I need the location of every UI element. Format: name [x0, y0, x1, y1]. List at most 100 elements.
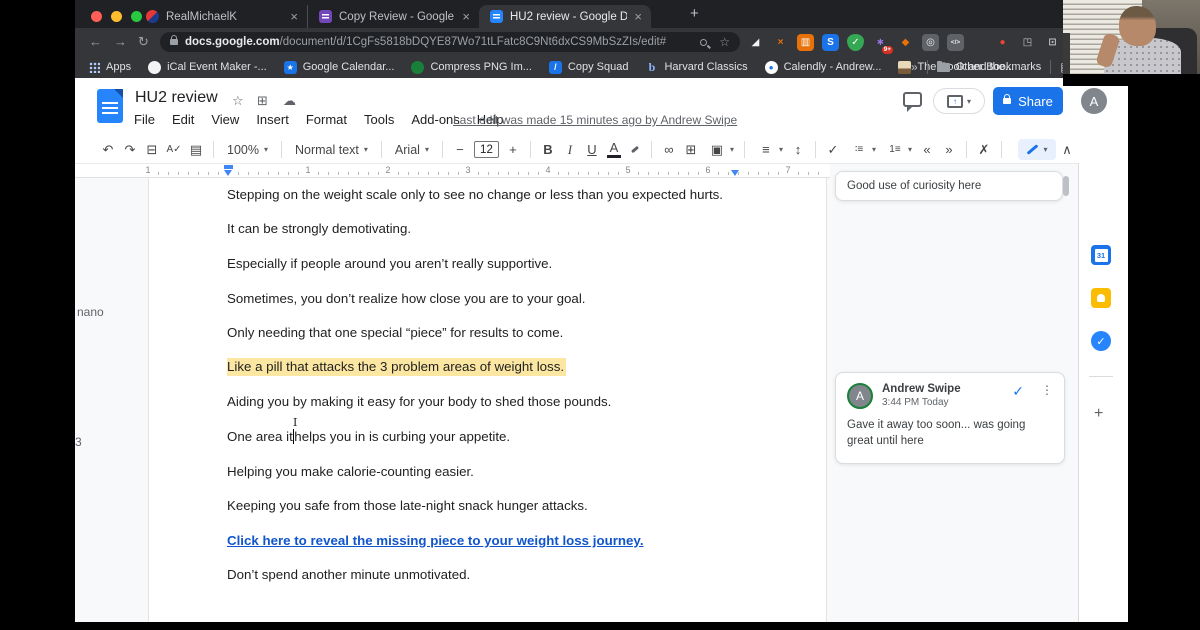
font-size-value[interactable]: 12: [473, 141, 499, 158]
insert-image[interactable]: ▣ ▾: [702, 140, 738, 160]
close-tab-icon[interactable]: ×: [290, 10, 298, 23]
star-document-icon[interactable]: ☆: [232, 93, 244, 109]
paragraph[interactable]: Click here to reveal the missing piece t…: [227, 523, 812, 558]
comments-scrollbar-thumb[interactable]: [1063, 176, 1069, 196]
other-bookmarks-button[interactable]: Other Bookmarks: [936, 60, 1041, 73]
new-tab-button[interactable]: +: [690, 5, 699, 22]
add-addon-icon[interactable]: +: [1094, 405, 1103, 423]
paragraph[interactable]: Don’t spend another minute unmotivated.: [227, 558, 812, 593]
menu-file[interactable]: File: [134, 112, 155, 127]
cast-icon[interactable]: ⊡: [1044, 34, 1061, 51]
bookmark-compress[interactable]: Compress PNG Im...: [411, 60, 532, 74]
line-spacing-icon[interactable]: ↕: [787, 140, 809, 160]
ruler[interactable]: 1 1 2 3 4 5 6 7: [75, 164, 830, 178]
paint-format-icon[interactable]: ▤: [185, 140, 207, 160]
compress-image-icon[interactable]: ×: [772, 34, 789, 51]
document-title[interactable]: HU2 review: [135, 89, 218, 107]
docs-logo-icon[interactable]: [97, 89, 123, 123]
checklist-icon[interactable]: ✓: [822, 140, 844, 160]
redo-icon[interactable]: ↷: [119, 140, 141, 160]
document-page[interactable]: Stepping on the weight scale only to see…: [148, 178, 827, 622]
back-icon[interactable]: ←: [89, 34, 102, 49]
bookmark-calendly[interactable]: Calendly - Andrew...: [764, 60, 881, 74]
menu-tools[interactable]: Tools: [364, 112, 394, 127]
underline-icon[interactable]: U: [581, 140, 603, 160]
bookmark-gcal[interactable]: Google Calendar...: [283, 60, 394, 74]
brush-tool-icon[interactable]: ◢: [747, 34, 764, 51]
paragraph[interactable]: Only needing that one special “piece” fo…: [227, 315, 812, 350]
styles-select[interactable]: Normal text ▾: [288, 143, 375, 157]
zoom-select[interactable]: 100% ▾: [220, 143, 275, 157]
browser-tab[interactable]: Copy Review - Google Forms ×: [307, 5, 479, 28]
increase-indent-icon[interactable]: »: [938, 140, 960, 160]
resolve-comment-icon[interactable]: ✓: [1012, 383, 1024, 400]
paragraph[interactable]: Stepping on the weight scale only to see…: [227, 177, 812, 212]
menu-view[interactable]: View: [211, 112, 239, 127]
decrease-indent-icon[interactable]: «: [916, 140, 938, 160]
minimize-window-button[interactable]: [111, 11, 122, 22]
insert-link-icon[interactable]: ∞: [658, 140, 680, 160]
browser-tab[interactable]: HU2 review - Google Docs ×: [479, 5, 651, 28]
paragraph[interactable]: Especially if people around you aren’t r…: [227, 246, 812, 281]
spelling-check-icon[interactable]: A✓: [163, 140, 185, 160]
menu-edit[interactable]: Edit: [172, 112, 194, 127]
move-to-folder-icon[interactable]: ⊞: [257, 93, 268, 109]
align[interactable]: ≡ ▾: [751, 140, 787, 160]
highlight-color-icon[interactable]: [630, 145, 639, 154]
paragraph[interactable]: It can be strongly demotivating.: [227, 212, 812, 247]
flower-extension-icon[interactable]: ∗ 9+: [872, 34, 893, 54]
font-size-decrease-icon[interactable]: −: [449, 140, 471, 160]
font-select[interactable]: Arial ▾: [388, 143, 436, 157]
share-button[interactable]: Share: [993, 87, 1063, 115]
zoom-page-icon[interactable]: [700, 38, 708, 46]
bookmark-apps[interactable]: Apps: [89, 61, 131, 73]
open-comments-icon[interactable]: [903, 92, 922, 112]
bookmark-ical[interactable]: iCal Event Maker -...: [148, 60, 267, 74]
print-icon[interactable]: ⊟: [141, 140, 163, 160]
bookmarks-overflow-icon[interactable]: »: [911, 60, 918, 74]
bulleted-list[interactable]: ∶≡ ▾: [844, 140, 880, 160]
extensions-puzzle-icon[interactable]: ◳: [1019, 34, 1036, 51]
numbered-list[interactable]: 1≡ ▾: [880, 140, 916, 160]
google-keep-icon[interactable]: [1091, 288, 1111, 308]
google-tasks-icon[interactable]: ✓: [1091, 331, 1111, 351]
browser-tab[interactable]: RealMichaelK ×: [135, 5, 307, 28]
paragraph[interactable]: Sometimes, you don’t realize how close y…: [227, 281, 812, 316]
screenshot-camera-icon[interactable]: ◎: [922, 33, 939, 51]
bookmark-harvard[interactable]: Harvard Classics: [645, 61, 747, 74]
paragraph[interactable]: Helping you make calorie-counting easier…: [227, 454, 812, 489]
paragraph[interactable]: Like a pill that attacks the 3 problem a…: [227, 350, 812, 385]
bold-icon[interactable]: B: [537, 140, 559, 160]
text-color-icon[interactable]: A: [606, 141, 621, 158]
clear-formatting-icon[interactable]: ✗: [973, 140, 995, 160]
close-tab-icon[interactable]: ×: [634, 10, 642, 23]
account-avatar[interactable]: A: [1081, 88, 1107, 114]
adguard-shield-icon[interactable]: ✓: [847, 33, 864, 51]
font-size-increase-icon[interactable]: +: [502, 140, 524, 160]
address-bar[interactable]: docs.google.com /document/d/1CgFs5818bDQ…: [160, 32, 740, 52]
snagit-icon[interactable]: S: [822, 33, 839, 51]
comment-menu-icon[interactable]: ⋮: [1041, 383, 1053, 397]
menu-insert[interactable]: Insert: [256, 112, 289, 127]
close-window-button[interactable]: [91, 11, 102, 22]
present-button[interactable]: ↑ ▾: [933, 88, 985, 114]
collapse-toolbar-icon[interactable]: ∧: [1056, 140, 1078, 160]
forward-icon[interactable]: →: [114, 34, 127, 49]
bookmark-copysquad[interactable]: Copy Squad: [548, 60, 628, 74]
undo-icon[interactable]: ↶: [97, 140, 119, 160]
hyperlink-text[interactable]: Click here to reveal the missing piece t…: [227, 533, 644, 548]
record-indicator-icon[interactable]: ●: [994, 34, 1011, 51]
paragraph[interactable]: Keeping you safe from those late-night s…: [227, 488, 812, 523]
comment-card[interactable]: A Andrew Swipe 3:44 PM Today ✓ ⋮ Gave it…: [835, 372, 1065, 464]
last-edit-link[interactable]: Last edit was made 15 minutes ago by And…: [453, 113, 737, 127]
comment-card[interactable]: Good use of curiosity here: [835, 171, 1063, 201]
google-calendar-icon[interactable]: 31: [1091, 245, 1111, 265]
paragraph[interactable]: Aiding you by making it easy for your bo…: [227, 385, 812, 420]
editing-mode-button[interactable]: ▾: [1018, 139, 1056, 160]
left-indent-marker[interactable]: [224, 170, 232, 176]
paragraph[interactable]: One area it helps you in is curbing your…: [227, 419, 812, 454]
fox-extension-icon[interactable]: ◆: [897, 34, 914, 51]
bookmark-star-icon[interactable]: ☆: [719, 35, 730, 49]
panels-extension-icon[interactable]: ▥: [797, 33, 814, 51]
first-line-indent-marker[interactable]: [224, 165, 233, 169]
